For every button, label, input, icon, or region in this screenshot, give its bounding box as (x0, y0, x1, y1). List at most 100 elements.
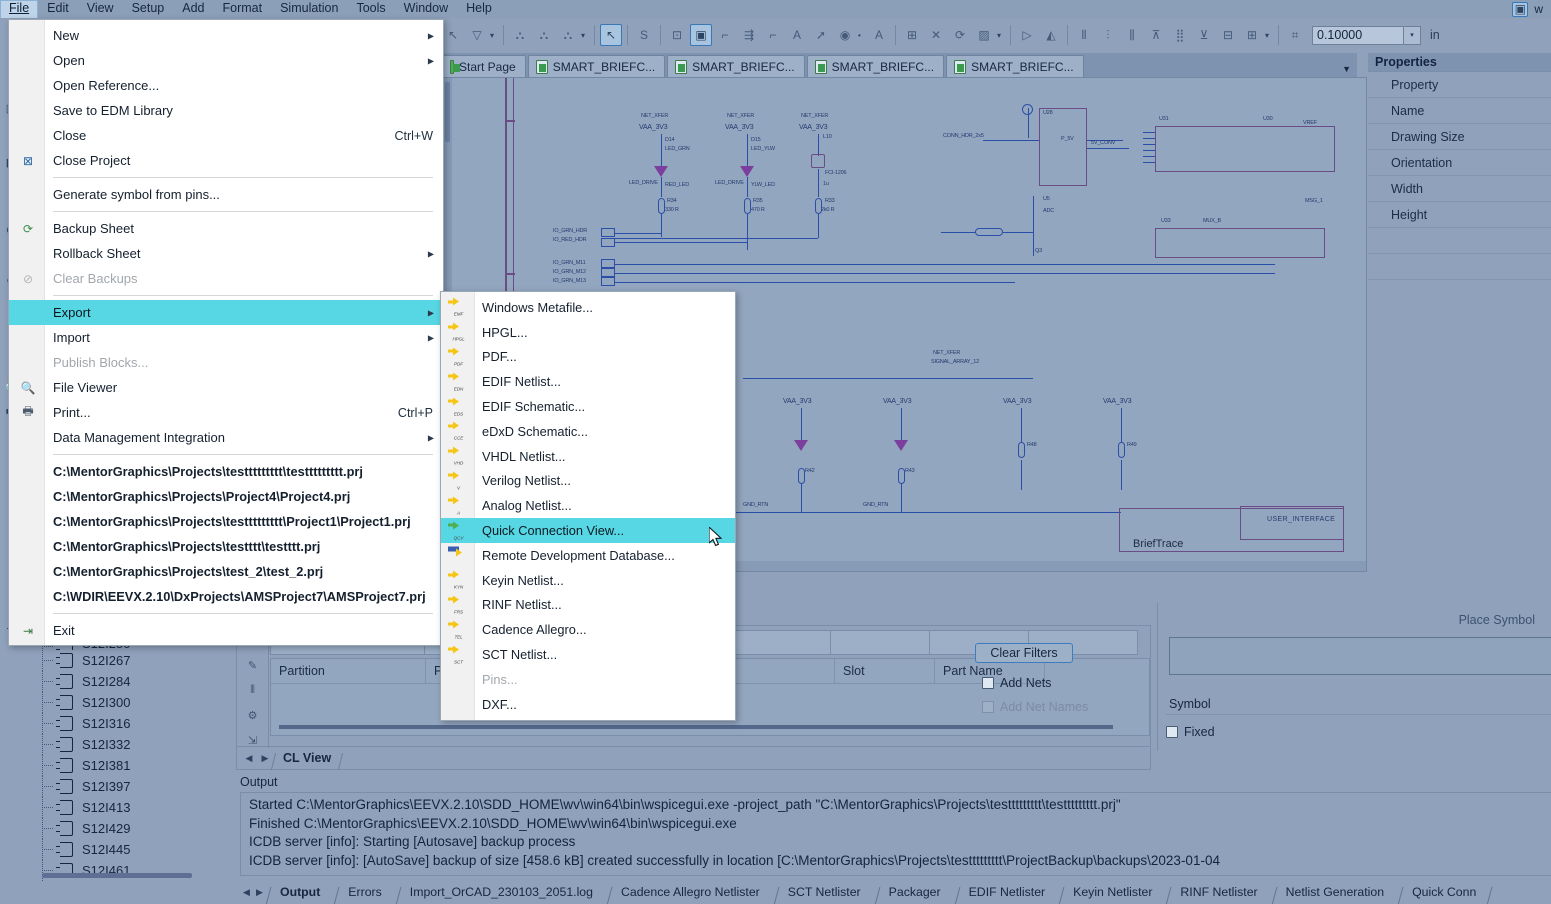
hierarchy-icon[interactable]: ⛬ (509, 24, 531, 46)
edit-overflow-icon[interactable]: ▾ (997, 31, 1005, 40)
chevron-down-icon[interactable]: ▼ (1342, 64, 1351, 74)
menu-format[interactable]: Format (214, 0, 272, 18)
recent-file-6[interactable]: C:\WDIR\EEVX.2.10\DxProjects\AMSProject7… (9, 584, 443, 609)
tab-rinf-netlister[interactable]: RINF Netlister (1166, 885, 1271, 899)
tree-item[interactable]: S12I332 (0, 734, 232, 755)
grid-value-dropdown-icon[interactable]: ▾ (1404, 26, 1421, 45)
add-nets-checkbox-row[interactable]: Add Nets (982, 676, 1051, 690)
property-row-width[interactable]: Width (1368, 176, 1551, 202)
export-item-analog-netlist[interactable]: A Analog Netlist... (441, 493, 735, 518)
align-center-icon[interactable]: ⫶ (1097, 24, 1119, 46)
menu-file[interactable]: File (0, 0, 38, 18)
align-right-icon[interactable]: ⫼ (1121, 24, 1143, 46)
export-item-edif-netlist[interactable]: EDN EDIF Netlist... (441, 369, 735, 394)
menu-edit[interactable]: Edit (38, 0, 78, 18)
tree-item[interactable]: S12I267 (0, 650, 232, 671)
export-item-windows-metafile[interactable]: EMF Windows Metafile... (441, 295, 735, 320)
fixed-checkbox[interactable] (1166, 726, 1178, 738)
menu-item-import[interactable]: Import ▶ (9, 325, 443, 350)
grid-icon[interactable]: ⌗ (1284, 24, 1306, 46)
group-icon[interactable]: ⊞ (1241, 24, 1263, 46)
tree-item[interactable]: S12I284 (0, 671, 232, 692)
menu-window[interactable]: Window (395, 0, 457, 18)
recent-file-5[interactable]: C:\MentorGraphics\Projects\test_2\test_2… (9, 559, 443, 584)
dropdown-caret-icon[interactable]: ▾ (490, 31, 498, 40)
tab-output[interactable]: Output (266, 885, 334, 899)
tab-import-log[interactable]: Import_OrCAD_230103_2051.log (396, 885, 607, 899)
menu-item-print[interactable]: 🖶 Print... Ctrl+P (9, 400, 443, 425)
export-item-hpgl[interactable]: HPGL HPGL... (441, 320, 735, 345)
fixed-checkbox-row[interactable]: Fixed (1166, 725, 1215, 739)
filter-rows-icon[interactable]: ⫴ (243, 683, 263, 699)
tab-edif-netlister[interactable]: EDIF Netlister (955, 885, 1060, 899)
column-header-partition[interactable]: Partition (271, 659, 426, 684)
column-header-slot[interactable]: Slot (835, 659, 935, 684)
clear-filters-button[interactable]: Clear Filters (975, 643, 1073, 663)
menu-item-save-to-edm-library[interactable]: Save to EDM Library (9, 98, 443, 123)
select-tool-icon[interactable]: ↖ (600, 24, 622, 46)
output-log[interactable]: Started C:\MentorGraphics\EEVX.2.10\SDD_… (240, 792, 1551, 876)
place-symbol-tool-icon[interactable]: ▣ (690, 24, 712, 46)
property-row-property[interactable]: Property (1368, 72, 1551, 98)
spline-icon[interactable]: S (633, 24, 655, 46)
tab-packager[interactable]: Packager (875, 885, 955, 899)
tab-sct-netlister[interactable]: SCT Netlister (774, 885, 875, 899)
export-item-edif-schematic[interactable]: EDS EDIF Schematic... (441, 394, 735, 419)
text-icon[interactable]: A (786, 24, 808, 46)
menu-item-export[interactable]: Export ▶ (9, 300, 443, 325)
align-left-icon[interactable]: ⫴ (1073, 24, 1095, 46)
tree-item[interactable]: S12I300 (0, 692, 232, 713)
chevron-right-icon[interactable]: ▶ (253, 887, 266, 898)
menu-item-data-management-integration[interactable]: Data Management Integration ▶ (9, 425, 443, 450)
tab-smart-briefcase-3[interactable]: SMART_BRIEFC... (807, 55, 944, 77)
export-item-remote-development-database[interactable]: Remote Development Database... (441, 543, 735, 568)
export-item-rinf-netlist[interactable]: FRS RINF Netlist... (441, 593, 735, 618)
menu-item-file-viewer[interactable]: 🔍 File Viewer (9, 375, 443, 400)
export-item-sct-netlist[interactable]: SCT SCT Netlist... (441, 642, 735, 667)
filter-input-slot[interactable] (830, 630, 930, 655)
hierarchy-up-icon[interactable]: ⛬ (557, 24, 579, 46)
chevron-left-icon[interactable]: ◀ (240, 887, 253, 898)
align-bottom-icon[interactable]: ⊻ (1193, 24, 1215, 46)
menu-simulation[interactable]: Simulation (271, 0, 347, 18)
property-row-height[interactable]: Height (1368, 202, 1551, 228)
tab-netlist-generation[interactable]: Netlist Generation (1272, 885, 1398, 899)
design-tree-panel[interactable]: S12I250 S12I267 S12I284 S12I300 S12I316 … (0, 636, 232, 886)
place-symbol-input[interactable] (1169, 637, 1551, 675)
mirror-icon[interactable]: ▷ (1016, 24, 1038, 46)
cross-icon[interactable]: ✕ (925, 24, 947, 46)
rotate-icon[interactable]: ⟳ (949, 24, 971, 46)
menu-item-generate-symbol-from-pins[interactable]: Generate symbol from pins... (9, 182, 443, 207)
menu-item-close-project[interactable]: ⊠ Close Project (9, 148, 443, 173)
tree-hscrollbar[interactable] (42, 873, 192, 878)
chevron-right-icon[interactable]: ▶ (259, 753, 271, 764)
property-row-name[interactable]: Name (1368, 98, 1551, 124)
symbol-icon[interactable]: ⊡ (666, 24, 688, 46)
menu-setup[interactable]: Setup (123, 0, 174, 18)
export-item-cadence-allegro[interactable]: TEL Cadence Allegro... (441, 617, 735, 642)
recent-file-1[interactable]: C:\MentorGraphics\Projects\testtttttttt\… (9, 459, 443, 484)
tab-smart-briefcase-1[interactable]: SMART_BRIEFC... (528, 55, 665, 77)
distribute-icon[interactable]: ⣿ (1169, 24, 1191, 46)
tree-item[interactable]: S12I413 (0, 797, 232, 818)
hierarchy-overflow-icon[interactable]: ▾ (581, 31, 589, 40)
export-item-verilog-netlist[interactable]: V Verilog Netlist... (441, 469, 735, 494)
tree-item[interactable]: S12I445 (0, 839, 232, 860)
export-item-quick-connection-view[interactable]: QCV Quick Connection View... (441, 518, 735, 543)
menu-add[interactable]: Add (173, 0, 213, 18)
cross-probe-icon[interactable]: ⊞ (901, 24, 923, 46)
property-row-drawing-size[interactable]: Drawing Size (1368, 124, 1551, 150)
grid-hscrollbar[interactable] (279, 725, 1113, 729)
size-icon[interactable]: ⊟ (1217, 24, 1239, 46)
menu-item-new[interactable]: New ▶ (9, 23, 443, 48)
tree-item[interactable]: S12I316 (0, 713, 232, 734)
hierarchy-down-icon[interactable]: ⛬ (533, 24, 555, 46)
add-nets-checkbox[interactable] (982, 677, 994, 689)
property-row-orientation[interactable]: Orientation (1368, 150, 1551, 176)
menu-item-exit[interactable]: ⇥ Exit (9, 618, 443, 643)
bus-route-icon[interactable]: ⌐ (762, 24, 784, 46)
symbol-field-label[interactable]: Symbol (1166, 693, 1551, 715)
grid-value-input[interactable]: 0.10000 (1312, 26, 1404, 45)
bus-icon[interactable]: ⇶ (738, 24, 760, 46)
tab-quick-connection[interactable]: Quick Conn (1398, 885, 1490, 899)
